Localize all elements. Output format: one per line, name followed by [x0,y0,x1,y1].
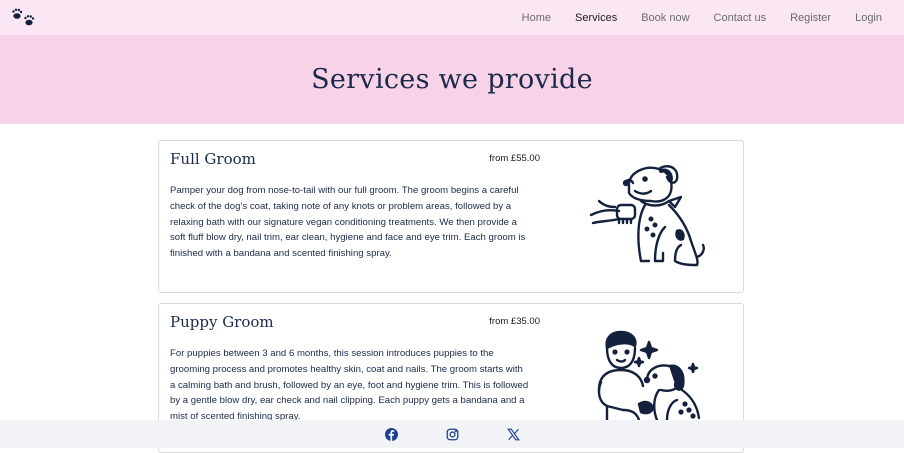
nav-login-link[interactable]: Login [855,12,882,24]
service-title: Full Groom [170,150,256,168]
paw-prints-logo-icon[interactable] [12,8,38,28]
boy-with-puppy-icon [597,330,701,420]
page-title: Services we provide [311,64,593,95]
hero-banner: Services we provide [0,35,904,124]
nav-links: Home Services Book now Contact us Regist… [522,0,882,35]
nav-contact-us-link[interactable]: Contact us [714,12,767,24]
service-title: Puppy Groom [170,313,274,331]
service-description: For puppies between 3 and 6 months, this… [170,348,529,423]
service-description: Pamper your dog from nose-to-tail with o… [170,185,526,260]
x-twitter-icon[interactable] [506,428,520,441]
nav-services-link[interactable]: Services [575,12,617,24]
nav-book-now-link[interactable]: Book now [641,12,689,24]
service-price: from £35.00 [489,316,540,327]
facebook-icon[interactable] [384,427,398,441]
service-card-full-groom: Full Groom from £55.00 Pamper your dog f… [158,140,744,293]
instagram-icon[interactable] [446,428,459,441]
nav-register-link[interactable]: Register [790,12,831,24]
service-price: from £55.00 [489,153,540,164]
dog-being-brushed-icon [589,165,705,267]
navbar: Home Services Book now Contact us Regist… [0,0,904,35]
footer [0,420,904,448]
nav-home-link[interactable]: Home [522,12,551,24]
